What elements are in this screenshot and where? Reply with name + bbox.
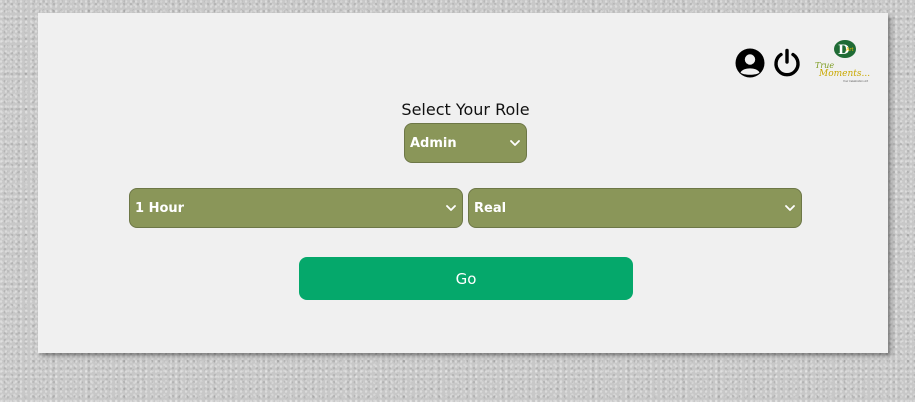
user-profile-button[interactable]	[735, 48, 765, 78]
power-icon	[774, 48, 800, 77]
role-select-value: Admin	[410, 135, 457, 151]
svg-text:Your Celebration Art: Your Celebration Art	[843, 79, 868, 83]
type-select-value: Real	[474, 200, 507, 216]
role-label: Select Your Role	[401, 100, 530, 119]
svg-text:Moments...: Moments...	[818, 69, 870, 79]
chevron-down-icon	[785, 205, 795, 211]
duration-select[interactable]: 1 Hour	[129, 188, 463, 228]
chevron-down-icon	[446, 205, 456, 211]
brand-logo: D Art True Moments... Your Celebration A…	[813, 38, 879, 84]
logout-button[interactable]	[772, 48, 802, 78]
main-card: D Art True Moments... Your Celebration A…	[38, 13, 888, 353]
svg-text:Art: Art	[846, 47, 853, 53]
go-button[interactable]: Go	[299, 257, 633, 300]
role-select[interactable]: Admin	[404, 123, 527, 163]
type-select[interactable]: Real	[468, 188, 802, 228]
user-circle-icon	[735, 48, 765, 78]
duration-select-value: 1 Hour	[135, 200, 185, 216]
chevron-down-icon	[510, 140, 520, 146]
